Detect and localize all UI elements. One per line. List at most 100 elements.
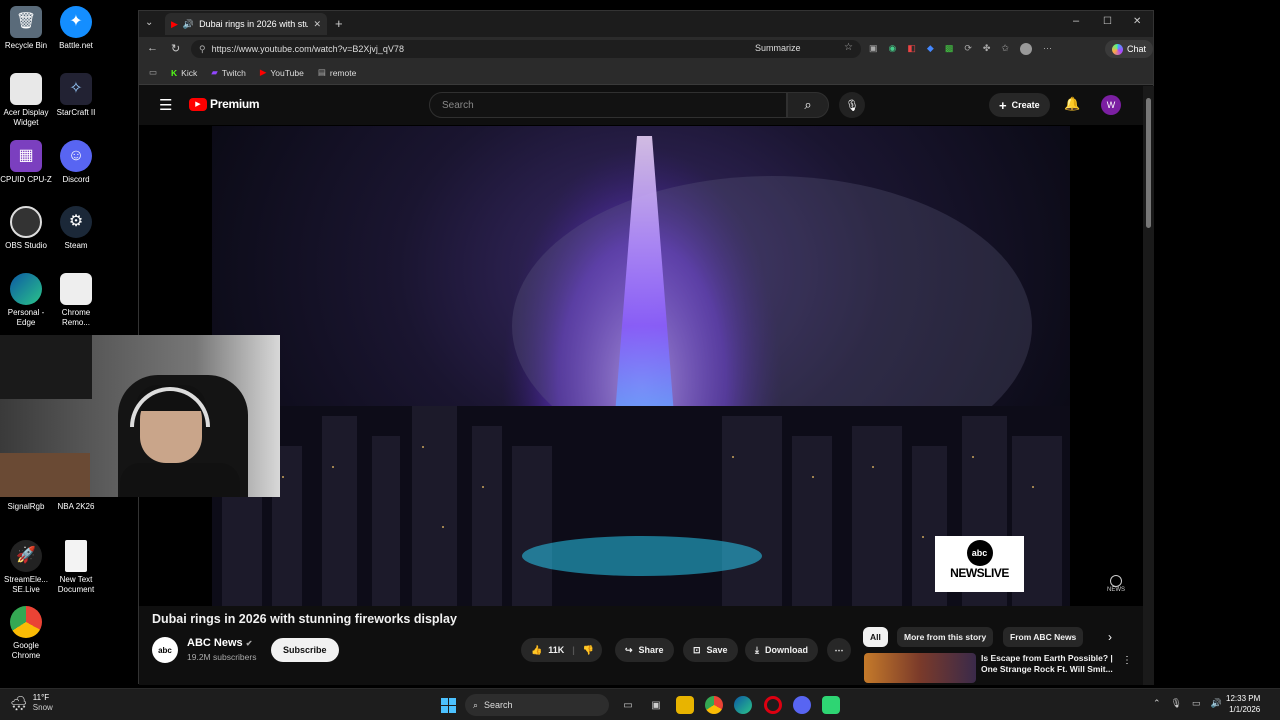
video-player[interactable]: abc NEWSLIVE NEWS	[139, 125, 1143, 606]
favorites-icon[interactable]: ✩	[1001, 43, 1009, 55]
extensions-toolbar: ▣ ◉ ◧ ◆ ▩ ⟳ ✤ ✩ ⋯	[869, 43, 1069, 55]
starcraft-icon: ✧	[60, 73, 92, 105]
desktop-icon-battlenet[interactable]: ✦ Battle.net	[50, 6, 102, 51]
desktop-icon-starcraft[interactable]: ✧ StarCraft II	[50, 73, 102, 118]
favorite-remote[interactable]: ▤ remote	[318, 67, 357, 78]
more-actions-button[interactable]: ⋯	[827, 638, 851, 662]
copilot-icon	[1112, 43, 1123, 55]
fireworks-scene	[212, 136, 1070, 606]
favorite-twitch[interactable]: ▰ Twitch	[211, 67, 246, 78]
desktop-icon-edge[interactable]: Personal - Edge	[0, 273, 52, 328]
taskbar-search[interactable]: ⌕ Search	[465, 694, 609, 716]
chevron-right-icon[interactable]: ›	[1108, 630, 1112, 644]
edge-taskbar-icon[interactable]	[734, 696, 752, 714]
widgets-icon[interactable]: ▣	[647, 696, 665, 714]
desktop-icon-recycle-bin[interactable]: 🗑 Recycle Bin	[0, 6, 52, 51]
extension-icon[interactable]: ◆	[927, 43, 934, 55]
recommended-thumbnail[interactable]	[864, 653, 976, 683]
youtube-favicon-icon: ▶	[171, 18, 178, 29]
chip-from-abc-news[interactable]: From ABC News	[1003, 627, 1084, 647]
refresh-icon[interactable]: ↻	[171, 42, 180, 55]
back-icon[interactable]: ←	[147, 42, 158, 54]
browser-window: ⌄ ▶ 🔊 Dubai rings in 2026 with stunning …	[138, 10, 1154, 685]
channel-name[interactable]: ABC News ✔	[187, 637, 252, 649]
search-icon: ⌕	[804, 97, 812, 112]
copilot-chat-button[interactable]: Chat	[1105, 40, 1154, 58]
desktop-icon-acer-display[interactable]: Acer Display Widget	[0, 73, 52, 128]
account-avatar[interactable]: W	[1101, 95, 1121, 115]
channel-avatar[interactable]: abc	[152, 637, 178, 663]
create-button[interactable]: + Create	[989, 93, 1050, 117]
minimize-icon[interactable]: –	[1073, 15, 1079, 27]
download-button[interactable]: ⤓ Download	[745, 638, 818, 662]
microphone-icon[interactable]: 🎙	[1171, 698, 1182, 709]
tab-actions-icon[interactable]: ⌄	[145, 17, 153, 28]
task-view-icon[interactable]: ▭	[619, 696, 637, 714]
extension-icon[interactable]: ⟳	[964, 43, 972, 55]
extension-icon[interactable]: ◧	[907, 43, 916, 55]
like-button[interactable]: 👍 11K | 👎	[521, 638, 602, 662]
rec-more-icon[interactable]: ⋮	[1122, 655, 1132, 666]
maximize-icon[interactable]: ☐	[1103, 16, 1112, 27]
profile-icon[interactable]	[1019, 43, 1032, 55]
tab-youtube[interactable]: ▶ 🔊 Dubai rings in 2026 with stunning fi…	[165, 13, 327, 35]
chrome-taskbar-icon[interactable]	[705, 696, 723, 714]
volume-icon[interactable]: 🔊	[1211, 698, 1222, 709]
favorite-kick[interactable]: K Kick	[171, 68, 197, 78]
chrome-remote-icon	[60, 273, 92, 305]
close-window-icon[interactable]: ✕	[1133, 16, 1141, 27]
desktop-icon-nba2k26[interactable]: NBA 2K26	[50, 502, 102, 512]
extension-icon[interactable]: ◉	[889, 43, 897, 55]
clock[interactable]: 12:33 PM 1/1/2026	[1226, 693, 1260, 715]
start-button[interactable]	[439, 696, 457, 714]
favorites-folder-icon[interactable]: ▭	[149, 67, 157, 78]
extensions-puzzle-icon[interactable]: ✤	[983, 43, 991, 55]
desktop-icon-steam[interactable]: ⚙ Steam	[50, 206, 102, 251]
opera-taskbar-icon[interactable]	[764, 696, 782, 714]
save-button[interactable]: ⊡ Save	[683, 638, 738, 662]
voice-search-button[interactable]: 🎙	[839, 92, 865, 118]
person-shirt	[120, 463, 240, 497]
favorite-youtube[interactable]: ▶ YouTube	[260, 67, 304, 78]
audio-playing-icon[interactable]: 🔊	[183, 19, 194, 30]
notifications-bell-icon[interactable]: 🔔	[1064, 96, 1080, 112]
chip-all[interactable]: All	[863, 627, 888, 647]
desktop-icon-google-chrome[interactable]: Google Chrome	[0, 606, 52, 661]
subscribe-button[interactable]: Subscribe	[271, 638, 339, 662]
more-menu-icon[interactable]: ⋯	[1043, 43, 1052, 55]
file-explorer-icon[interactable]	[676, 696, 694, 714]
desktop-icon-cpuz[interactable]: ▦ CPUID CPU-Z	[0, 140, 52, 185]
page-scrollbar[interactable]	[1143, 86, 1154, 685]
summarize-button[interactable]: Summarize	[755, 43, 801, 53]
chip-more-from-story[interactable]: More from this story	[897, 627, 994, 647]
thumbs-down-icon[interactable]: 👎	[583, 645, 594, 656]
share-button[interactable]: ↪ Share	[615, 638, 674, 662]
channel-watermark[interactable]: NEWS	[1107, 575, 1125, 593]
weather-widget[interactable]: 🌨 11°F Snow	[10, 693, 53, 713]
acer-display-icon	[10, 73, 42, 105]
discord-taskbar-icon[interactable]	[793, 696, 811, 714]
app-taskbar-icon[interactable]	[822, 696, 840, 714]
site-info-icon[interactable]: ⚲	[199, 44, 206, 55]
youtube-logo[interactable]: ▶ Premium	[189, 97, 260, 111]
desktop-icon-text-document[interactable]: New Text Document	[50, 540, 102, 595]
chevron-up-icon[interactable]: ⌃	[1153, 698, 1161, 709]
search-button[interactable]: ⌕	[787, 92, 829, 118]
scrollbar-thumb[interactable]	[1146, 98, 1151, 228]
desktop-icon-streamelements[interactable]: 🚀 StreamEle... SE.Live	[0, 540, 52, 595]
search-input[interactable]: Search	[429, 92, 787, 118]
recommended-title[interactable]: Is Escape from Earth Possible? | One Str…	[981, 653, 1131, 681]
favorite-star-icon[interactable]: ☆	[844, 42, 853, 53]
desktop-icon-discord[interactable]: ☺ Discord	[50, 140, 102, 185]
extension-icon[interactable]: ▣	[869, 43, 878, 55]
desktop-icon-chrome-remote[interactable]: Chrome Remo...	[50, 273, 102, 328]
desktop-icon-obs[interactable]: OBS Studio	[0, 206, 52, 251]
hamburger-menu-icon[interactable]: ☰	[159, 96, 172, 114]
plus-icon: +	[999, 97, 1007, 113]
video-frame[interactable]: abc NEWSLIVE	[212, 126, 1070, 606]
extension-icon[interactable]: ▩	[945, 43, 954, 55]
close-tab-icon[interactable]: ✕	[313, 19, 321, 30]
desktop-icon-signalrgb[interactable]: SignalRgb	[0, 502, 52, 512]
display-icon[interactable]: ▭	[1192, 698, 1201, 709]
new-tab-icon[interactable]: +	[335, 16, 343, 31]
